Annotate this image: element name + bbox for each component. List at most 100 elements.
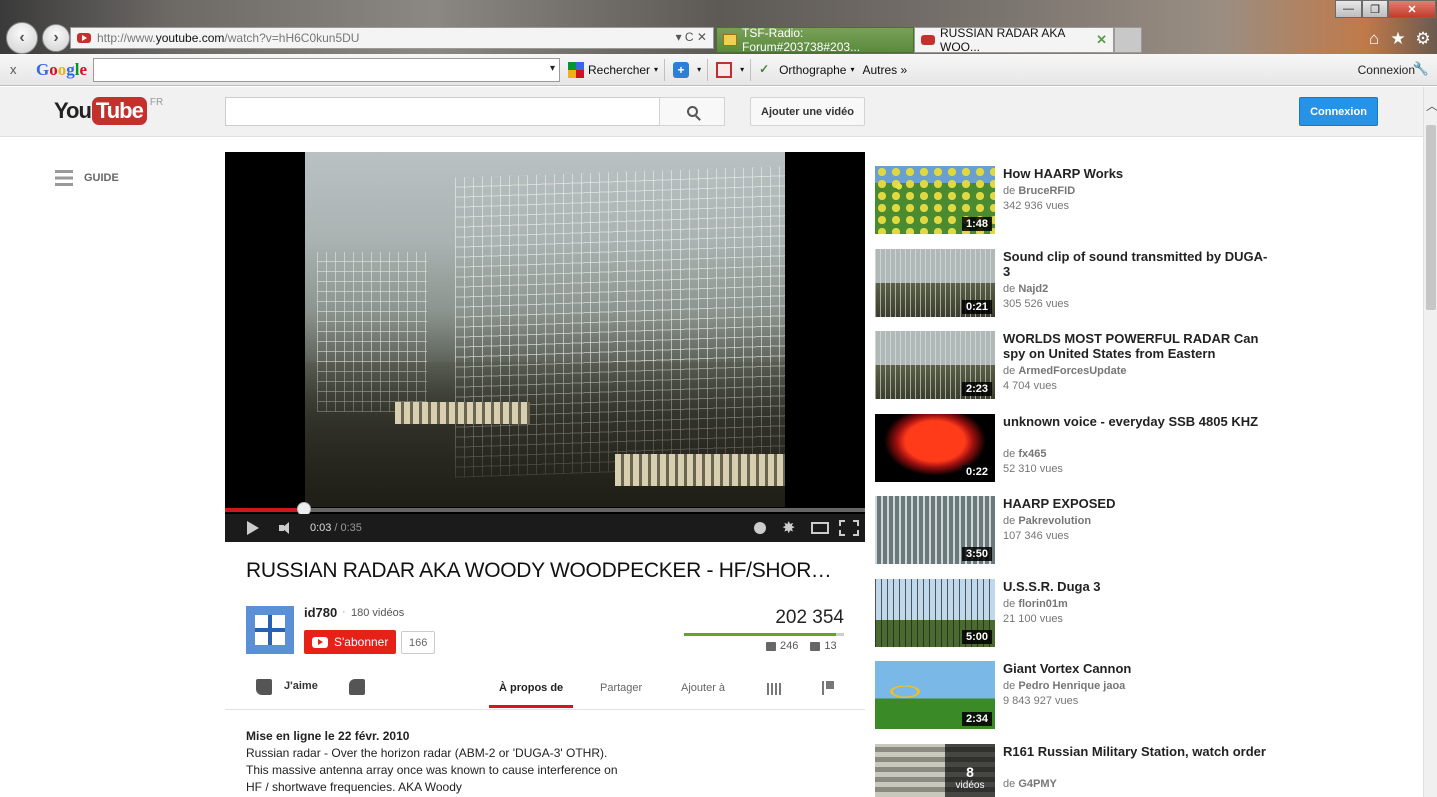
related-video-title[interactable]: HAARP EXPOSED (1003, 496, 1268, 511)
player-controls: 0:03 / 0:35 ✸ (225, 514, 865, 542)
related-video-thumbnail[interactable]: 2:23 (875, 331, 995, 399)
fullscreen-icon[interactable] (839, 520, 859, 536)
tab-about[interactable]: À propos de (499, 682, 563, 694)
toolbar-popup-blocker-button[interactable]: ▾ (716, 61, 744, 78)
like-count: 246 (780, 640, 799, 652)
tab-tsf-radio[interactable]: TSF-Radio: Forum#203738#203... (716, 26, 914, 54)
volume-icon[interactable] (279, 522, 293, 534)
related-video-item[interactable]: 1:48 How HAARP Works de BruceRFID 342 936 v… (875, 166, 1275, 236)
related-video-thumbnail[interactable]: 3:50 (875, 496, 995, 564)
related-video-item[interactable]: 0:21 Sound clip of sound transmitted by D… (875, 248, 1275, 319)
address-url[interactable]: http://www.youtube.com/watch?v=hH6C0kun5… (97, 31, 359, 45)
home-icon[interactable]: ⌂ (1364, 29, 1384, 49)
like-thumb-icon[interactable] (256, 679, 272, 695)
signin-button[interactable]: Connexion (1299, 97, 1378, 126)
chevron-down-icon[interactable]: ▾ (550, 63, 555, 74)
related-video-views: 342 936 vues (1003, 200, 1070, 212)
channel-avatar[interactable] (246, 606, 294, 654)
upload-video-button[interactable]: Ajouter une vidéo (750, 97, 865, 126)
toolbar-spellcheck-button[interactable]: ✓ Orthographe ▾ (759, 62, 854, 78)
channel-name[interactable]: fx465 (1018, 448, 1046, 460)
channel-name[interactable]: Pedro Henrique jaoa (1018, 680, 1125, 692)
video-duration-badge: 2:34 (961, 712, 992, 726)
toolbar-signin-link[interactable]: Connexion (1358, 63, 1415, 77)
watch-later-icon[interactable] (754, 522, 766, 534)
related-video-thumbnail[interactable]: 0:22 (875, 413, 995, 482)
related-video-title[interactable]: WORLDS MOST POWERFUL RADAR Can spy on Un… (1003, 331, 1268, 361)
related-video-views: 4 704 vues (1003, 380, 1057, 392)
related-video-title[interactable]: R161 Russian Military Station, watch ord… (1003, 744, 1268, 759)
related-video-thumbnail[interactable]: 1:48 (875, 166, 995, 234)
address-controls[interactable]: ▾ C ✕ (676, 30, 707, 44)
popup-blocker-icon (716, 61, 733, 78)
related-video-title[interactable]: How HAARP Works (1003, 166, 1268, 181)
flag-icon[interactable] (822, 681, 834, 695)
youtube-logo[interactable]: You Tube FR (54, 97, 163, 125)
tab-close-icon[interactable]: ✕ (1096, 32, 1107, 48)
related-video-views: 305 526 vues (1003, 297, 1070, 310)
star-icon[interactable]: ★ (1388, 29, 1408, 49)
toolbar-search-input[interactable]: ▾ (93, 57, 561, 82)
tab-share[interactable]: Partager (600, 682, 642, 694)
view-count: 202 354 (775, 607, 844, 628)
close-window-button[interactable]: ✕ (1388, 0, 1436, 18)
scroll-thumb[interactable] (1426, 125, 1436, 310)
like-button[interactable]: J'aime (284, 680, 318, 692)
address-bar[interactable]: http://www.youtube.com/watch?v=hH6C0kun5… (70, 27, 714, 49)
maximize-button[interactable]: ❐ (1362, 0, 1388, 18)
scroll-up-icon[interactable]: ︿ (1426, 97, 1437, 114)
video-frame[interactable] (305, 152, 785, 507)
dislike-thumb-icon[interactable] (349, 679, 365, 695)
related-video-title[interactable]: Sound clip of sound transmitted by DUGA-… (1003, 249, 1268, 279)
forward-arrow-icon[interactable]: › (42, 24, 70, 52)
stats-icon[interactable] (767, 683, 781, 695)
gear-icon[interactable]: ⚙ (1413, 29, 1433, 49)
settings-gear-icon[interactable]: ✸ (782, 518, 800, 537)
video-player[interactable]: 0:03 / 0:35 ✸ (225, 152, 865, 542)
related-video-channel: de Najd2 (1003, 283, 1048, 295)
toolbar-plus-button[interactable]: + ▾ (673, 61, 701, 78)
related-video-thumbnail[interactable]: 8 vidéos (875, 743, 995, 797)
new-tab-button[interactable] (1114, 27, 1142, 53)
tab-add-to[interactable]: Ajouter à (681, 682, 725, 694)
wrench-icon[interactable]: 🔧 (1413, 61, 1429, 77)
search-input[interactable] (225, 97, 660, 126)
related-video-item[interactable]: 2:34 Giant Vortex Cannon de Pedro Henrique… (875, 661, 1275, 731)
channel-name[interactable]: G4PMY (1018, 778, 1057, 790)
related-video-title[interactable]: unknown voice - everyday SSB 4805 KHZ (1003, 414, 1268, 429)
related-video-item[interactable]: 5:00 U.S.S.R. Duga 3 de florin01m 21 100 vu… (875, 578, 1275, 649)
channel-video-count[interactable]: 180 vidéos (351, 607, 404, 619)
search-button[interactable] (659, 97, 725, 126)
related-video-item[interactable]: 3:50 HAARP EXPOSED de Pakrevolution 107 346… (875, 496, 1275, 566)
theater-mode-icon[interactable] (811, 522, 829, 534)
play-icon[interactable] (247, 521, 259, 535)
toolbar-search-button[interactable]: Rechercher ▾ (568, 61, 658, 78)
page-scrollbar[interactable]: ︿ (1423, 87, 1437, 797)
related-video-item[interactable]: 8 vidéos R161 Russian Military Station, wa… (875, 743, 1275, 797)
related-video-thumbnail[interactable]: 2:34 (875, 661, 995, 729)
related-video-thumbnail[interactable]: 0:21 (875, 248, 995, 317)
progress-bar[interactable] (225, 508, 865, 512)
related-video-title[interactable]: Giant Vortex Cannon (1003, 661, 1268, 676)
channel-name[interactable]: florin01m (1018, 598, 1068, 610)
subscribe-button[interactable]: S'abonner (304, 630, 396, 654)
back-arrow-icon[interactable]: ‹ (6, 22, 38, 54)
channel-name[interactable]: BruceRFID (1018, 185, 1075, 197)
related-video-item[interactable]: 2:23 WORLDS MOST POWERFUL RADAR Can spy o… (875, 331, 1275, 401)
youtube-favicon-icon (921, 35, 935, 45)
active-tab-indicator (489, 705, 573, 708)
channel-name[interactable]: Pakrevolution (1018, 515, 1091, 527)
related-video-thumbnail[interactable]: 5:00 (875, 578, 995, 647)
video-description: Russian radar - Over the horizon radar (… (246, 746, 618, 794)
toolbar-close-icon[interactable]: x (10, 62, 26, 77)
toolbar-more-button[interactable]: Autres » (863, 63, 908, 77)
related-video-title[interactable]: U.S.S.R. Duga 3 (1003, 579, 1268, 594)
tab-youtube[interactable]: RUSSIAN RADAR AKA WOO... ✕ (914, 26, 1114, 54)
toolbar-divider (750, 58, 752, 81)
minimize-button[interactable]: — (1335, 0, 1362, 18)
channel-name[interactable]: Najd2 (1018, 283, 1048, 295)
channel-name-link[interactable]: id780 (304, 605, 337, 620)
related-video-item[interactable]: 0:22 unknown voice - everyday SSB 4805 KH… (875, 413, 1275, 484)
guide-button[interactable]: GUIDE (55, 170, 119, 186)
channel-name[interactable]: ArmedForcesUpdate (1018, 365, 1126, 377)
